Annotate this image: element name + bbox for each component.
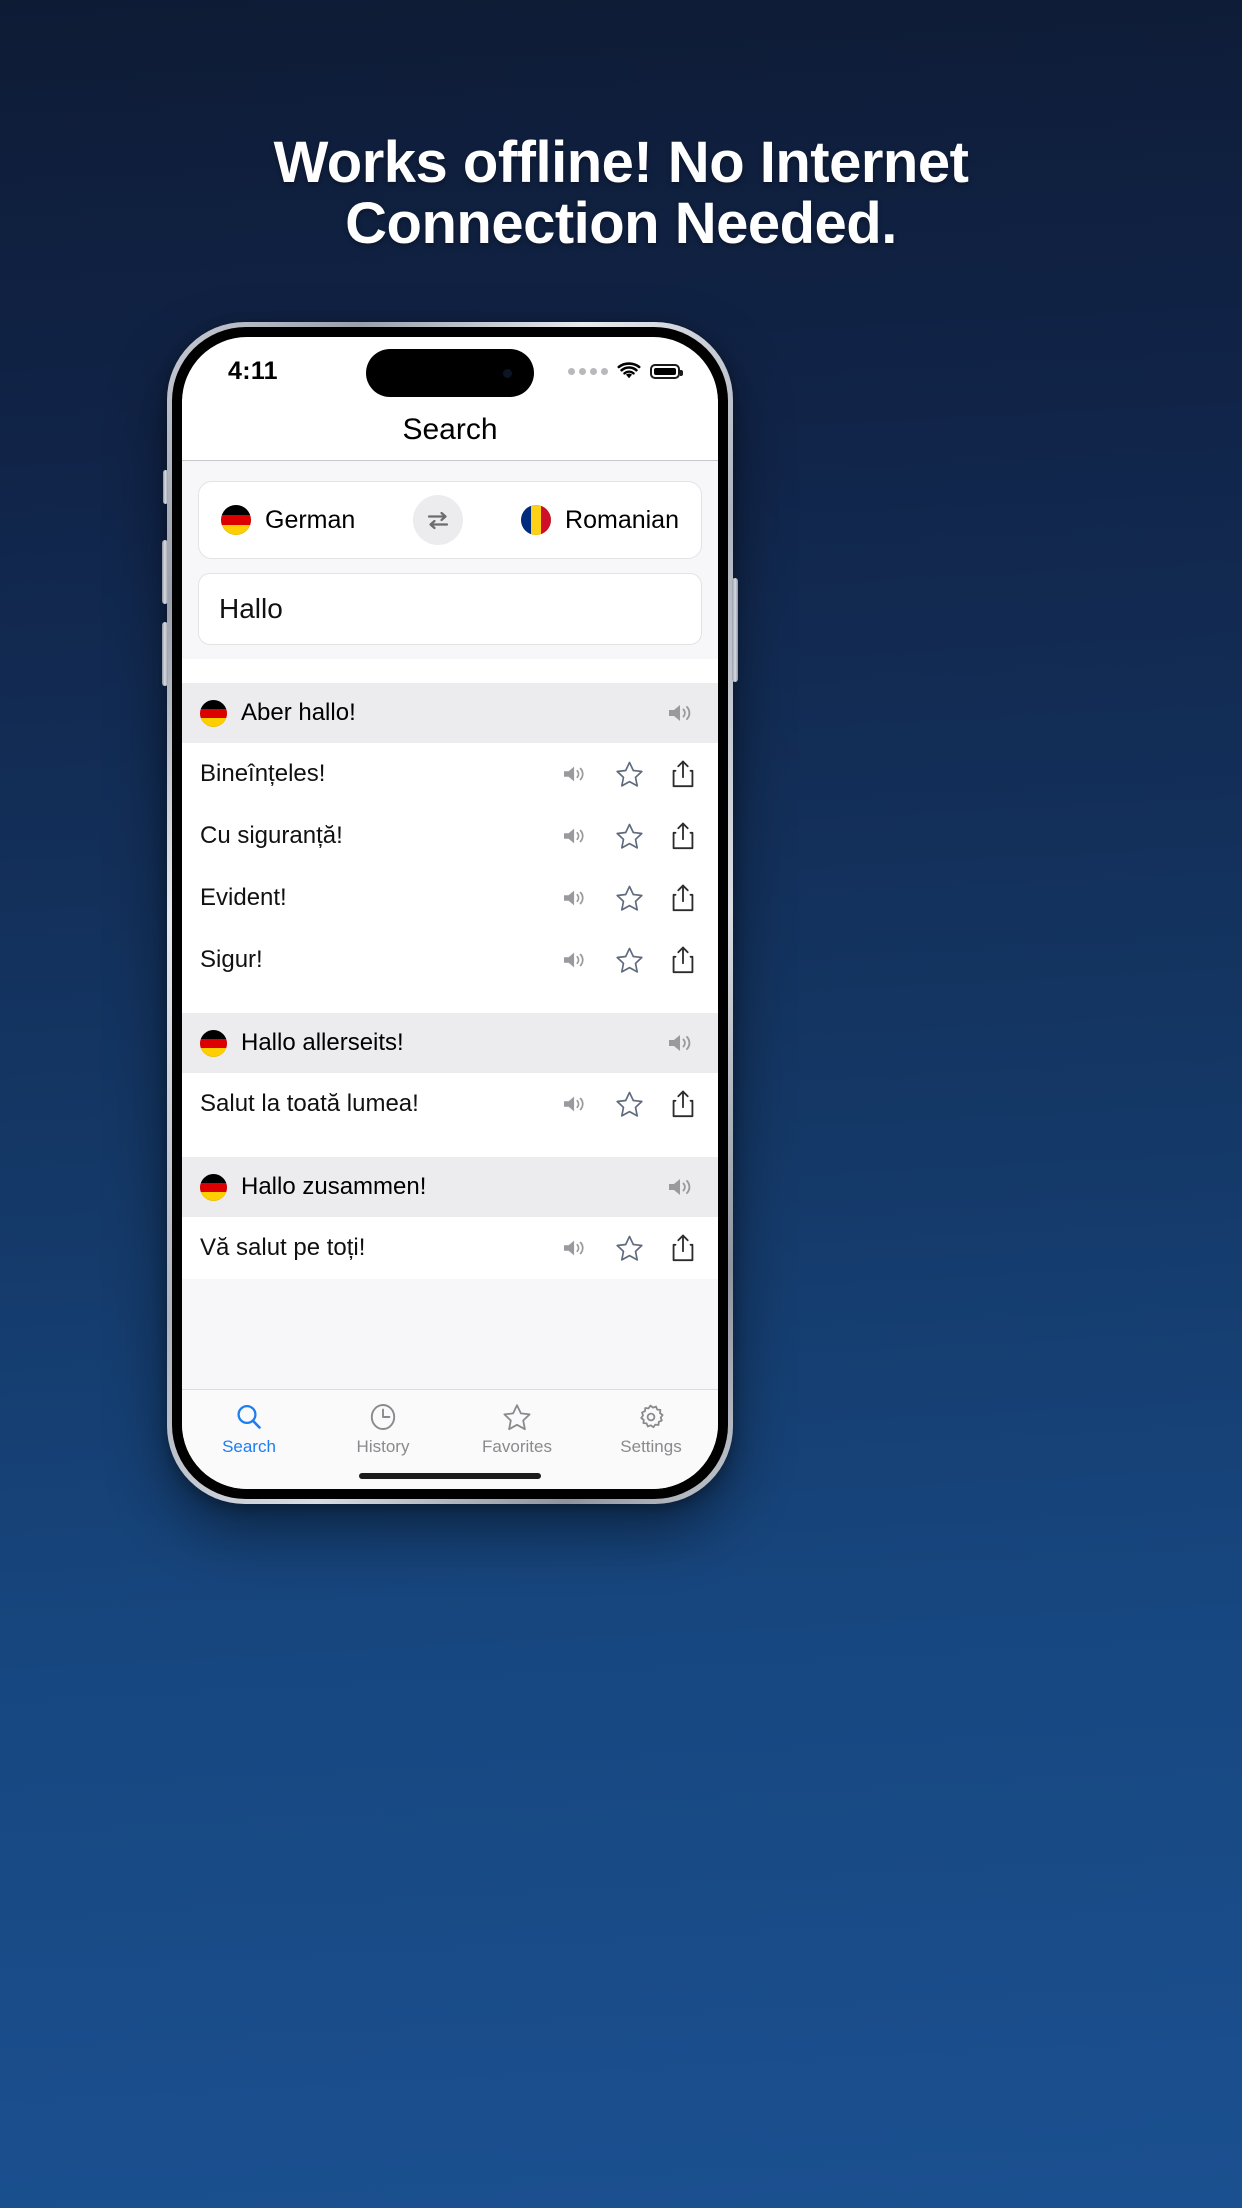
home-indicator[interactable] (359, 1473, 541, 1479)
speaker-icon[interactable] (561, 825, 589, 847)
clock-icon (370, 1404, 396, 1430)
tab-label: Settings (620, 1437, 682, 1456)
wifi-icon (617, 362, 641, 380)
swap-icon (428, 511, 449, 530)
promo-headline: Works offline! No Internet Connection Ne… (0, 132, 1242, 255)
volume-down-button[interactable] (162, 622, 168, 686)
tab-favorites[interactable]: Favorites (450, 1402, 584, 1457)
german-flag-icon (200, 1029, 227, 1057)
speaker-icon[interactable] (561, 1237, 589, 1259)
translation-text: Vă salut pe toți! (200, 1234, 366, 1261)
romanian-flag-icon (521, 505, 552, 535)
tab-search[interactable]: Search (182, 1402, 316, 1457)
translation-text: Sigur! (200, 946, 263, 973)
volume-up-button[interactable] (162, 540, 168, 604)
status-bar-time: 4:11 (228, 356, 278, 385)
navigation-bar: Search (182, 399, 718, 461)
tab-label: Search (222, 1437, 276, 1456)
share-icon[interactable] (670, 1233, 696, 1263)
share-icon[interactable] (670, 883, 696, 913)
cellular-dots-icon (568, 367, 608, 375)
result-group-header[interactable]: Hallo zusammen! (182, 1157, 718, 1217)
front-camera-icon (503, 369, 512, 378)
gear-icon (640, 1404, 664, 1429)
silent-switch[interactable] (163, 470, 168, 504)
content-area: German Romanian Hallo Aber hallo! Bineîn… (182, 461, 718, 1389)
translation-text: Salut la toată lumea! (200, 1090, 419, 1117)
search-icon (237, 1404, 261, 1429)
star-icon[interactable] (615, 1090, 644, 1119)
translation-row[interactable]: Salut la toată lumea! (182, 1073, 718, 1135)
speaker-icon[interactable] (666, 1175, 696, 1199)
result-group-header[interactable]: Aber hallo! (182, 683, 718, 743)
german-flag-icon (200, 699, 227, 727)
source-phrase: Hallo allerseits! (241, 1029, 404, 1056)
results-top-spacer (182, 659, 718, 683)
phone-bezel: 4:11 Search German Romanian Hallo Aber h… (172, 327, 728, 1499)
target-language-selector[interactable]: Romanian (521, 505, 679, 535)
row-actions (561, 883, 696, 913)
tab-label: Favorites (482, 1437, 552, 1456)
translation-text: Cu siguranță! (200, 822, 343, 849)
translation-text: Evident! (200, 884, 287, 911)
star-icon[interactable] (615, 946, 644, 975)
speaker-icon[interactable] (561, 1093, 589, 1115)
star-icon[interactable] (615, 1234, 644, 1263)
group-gap (182, 991, 718, 1013)
row-actions (561, 1089, 696, 1119)
results-list: Aber hallo! Bineînțeles! Cu siguranță! E… (182, 659, 718, 1279)
share-icon[interactable] (670, 759, 696, 789)
row-actions (561, 821, 696, 851)
row-actions (561, 1233, 696, 1263)
status-bar: 4:11 (182, 337, 718, 399)
source-phrase: Aber hallo! (241, 699, 356, 726)
status-bar-indicators (568, 362, 683, 380)
share-icon[interactable] (670, 1089, 696, 1119)
dynamic-island (366, 349, 534, 397)
row-actions (561, 945, 696, 975)
language-selector-bar: German Romanian (198, 481, 702, 559)
german-flag-icon (200, 1173, 227, 1201)
row-actions (561, 759, 696, 789)
translation-text: Bineînțeles! (200, 760, 326, 787)
phone-mockup: 4:11 Search German Romanian Hallo Aber h… (162, 322, 738, 1504)
tab-settings[interactable]: Settings (584, 1402, 718, 1457)
battery-icon (650, 363, 683, 379)
speaker-icon[interactable] (666, 1031, 696, 1055)
swap-languages-button[interactable] (413, 495, 464, 545)
headline-line-2: Connection Needed. (345, 191, 897, 257)
translation-row[interactable]: Evident! (182, 867, 718, 929)
target-language-label: Romanian (565, 505, 679, 534)
speaker-icon[interactable] (561, 887, 589, 909)
result-group-header[interactable]: Hallo allerseits! (182, 1013, 718, 1073)
tab-label: History (356, 1437, 410, 1456)
share-icon[interactable] (670, 945, 696, 975)
source-language-selector[interactable]: German (221, 505, 355, 535)
german-flag-icon (221, 505, 251, 535)
source-language-label: German (265, 505, 356, 534)
translation-row[interactable]: Vă salut pe toți! (182, 1217, 718, 1279)
star-icon (503, 1404, 531, 1431)
translation-row[interactable]: Cu siguranță! (182, 805, 718, 867)
star-icon[interactable] (615, 760, 644, 789)
translation-row[interactable]: Bineînțeles! (182, 743, 718, 805)
speaker-icon[interactable] (561, 949, 589, 971)
translation-row[interactable]: Sigur! (182, 929, 718, 991)
star-icon[interactable] (615, 884, 644, 913)
tab-history[interactable]: History (316, 1402, 450, 1457)
headline-line-1: Works offline! No Internet (273, 130, 969, 195)
power-button[interactable] (732, 578, 738, 682)
page-title: Search (402, 412, 498, 446)
star-icon[interactable] (615, 822, 644, 851)
group-gap (182, 1135, 718, 1157)
search-input-value: Hallo (219, 593, 283, 624)
speaker-icon[interactable] (561, 763, 589, 785)
speaker-icon[interactable] (666, 701, 696, 725)
source-phrase: Hallo zusammen! (241, 1173, 427, 1200)
phone-screen: 4:11 Search German Romanian Hallo Aber h… (182, 337, 718, 1489)
share-icon[interactable] (670, 821, 696, 851)
search-input[interactable]: Hallo (198, 573, 702, 645)
